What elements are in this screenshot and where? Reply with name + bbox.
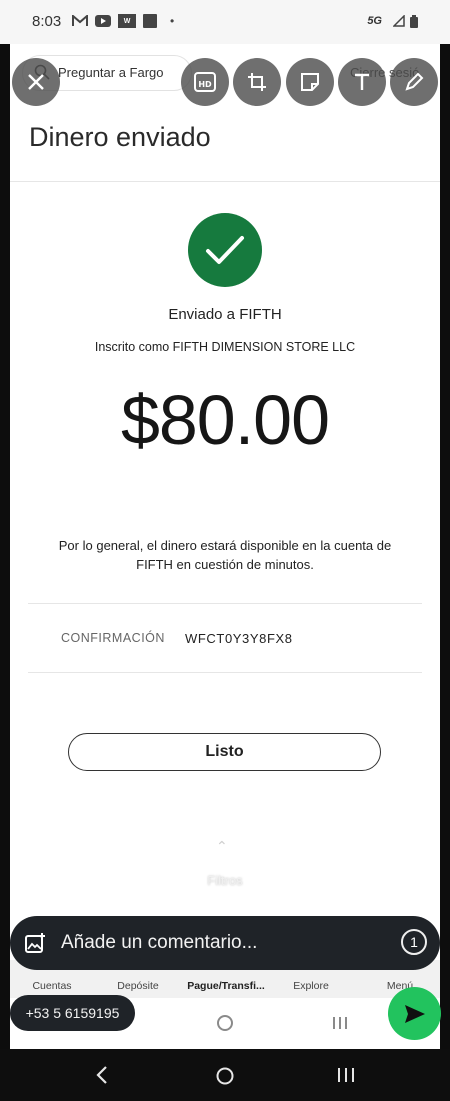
sticker-icon (301, 73, 319, 91)
tab-pay-transfer[interactable]: Pague/Transfi... (176, 980, 276, 992)
svg-text:HD: HD (198, 80, 212, 89)
tab-deposit[interactable]: Depósite (108, 980, 168, 992)
confirmation-label: CONFIRMACIÓN (61, 631, 165, 645)
recipient-name: Enviado a FIFTH (168, 306, 282, 323)
recents-icon[interactable] (337, 1066, 355, 1089)
send-button[interactable] (388, 987, 441, 1040)
header-divider (10, 181, 440, 182)
chevron-up-icon[interactable]: ⌃ (216, 838, 228, 855)
add-image-icon[interactable] (24, 932, 46, 954)
status-bar (0, 0, 450, 44)
sent-amount: $80.00 (120, 381, 330, 459)
text-tool-button[interactable] (338, 58, 386, 106)
sticker-button[interactable] (286, 58, 334, 106)
confirmation-divider-bottom (28, 672, 422, 673)
back-icon[interactable] (95, 1065, 109, 1090)
battery-icon (410, 14, 418, 28)
network-type: 5G (367, 15, 382, 27)
confirmation-divider-top (28, 603, 422, 604)
hd-icon: HD (194, 72, 216, 92)
wf-app-icon: W (118, 14, 136, 28)
registered-name: Inscrito como FIFTH DIMENSION STORE LLC (94, 340, 356, 354)
done-button[interactable]: Listo (68, 733, 381, 771)
pen-icon (405, 72, 424, 91)
crop-rotate-icon (248, 73, 266, 91)
youtube-icon (95, 14, 111, 28)
app-notification-icon (143, 14, 157, 28)
availability-note: Por lo general, el dinero estará disponi… (58, 538, 392, 572)
comment-input[interactable]: Añade un comentario... (61, 932, 257, 954)
tab-accounts[interactable]: Cuentas (22, 980, 82, 992)
recipient-chip[interactable]: +53 5 6159195 (10, 995, 135, 1031)
text-icon (355, 73, 369, 90)
home-icon[interactable] (215, 1066, 235, 1091)
gmail-icon (72, 14, 88, 28)
search-placeholder: Preguntar a Fargo (58, 65, 164, 80)
more-notifications-icon: • (170, 14, 175, 28)
close-icon (28, 74, 44, 90)
hd-quality-button[interactable]: HD (181, 58, 229, 106)
close-editor-button[interactable] (12, 58, 60, 106)
page-title: Dinero enviado (29, 122, 211, 152)
signal-icon (393, 14, 405, 28)
tab-explore[interactable]: Explore (281, 980, 341, 992)
filters-label[interactable]: Filtros (0, 873, 450, 888)
recents-ghost-icon (332, 1015, 348, 1036)
view-once-toggle[interactable]: 1 (401, 929, 427, 955)
draw-button[interactable] (390, 58, 438, 106)
confirmation-code: WFCT0Y3Y8FX8 (185, 631, 293, 646)
status-time: 8:03 (32, 13, 62, 30)
send-icon (404, 1004, 425, 1023)
crop-rotate-button[interactable] (233, 58, 281, 106)
success-check-icon (188, 213, 262, 287)
home-ghost-icon (216, 1014, 234, 1037)
